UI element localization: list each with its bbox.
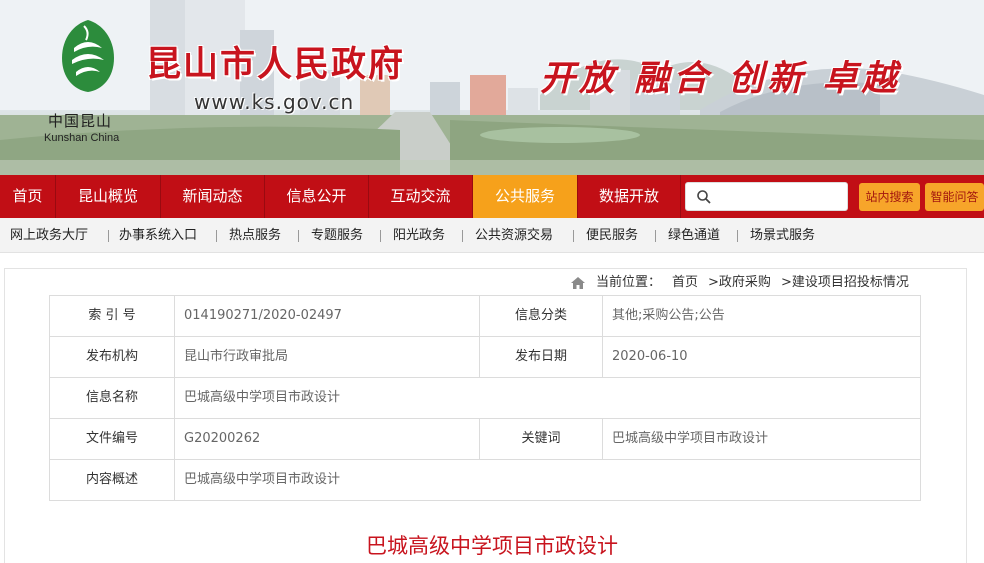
subnav-item-hot-services[interactable]: 热点服务 bbox=[229, 218, 281, 253]
nav-item-public-service[interactable]: 公共服务 bbox=[473, 175, 577, 218]
keyword-value: 巴城高级中学项目市政设计 bbox=[612, 431, 769, 446]
subnav-item-system-entry[interactable]: 办事系统入口 bbox=[119, 218, 197, 253]
nav-item-news[interactable]: 新闻动态 bbox=[161, 175, 264, 218]
date-label: 发布日期 bbox=[480, 337, 602, 377]
category-value: 其他;采购公告;公告 bbox=[612, 308, 725, 323]
site-title: 昆山市人民政府 bbox=[146, 45, 406, 85]
slogan: 开放 融合 创新 卓越 bbox=[540, 58, 901, 99]
name-label: 信息名称 bbox=[50, 378, 174, 418]
info-meta-table: 索 引 号 014190271/2020-02497 信息分类 其他;采购公告;… bbox=[49, 295, 921, 501]
nav-item-open-data[interactable]: 数据开放 bbox=[578, 175, 680, 218]
search-input[interactable] bbox=[716, 187, 844, 207]
index-label: 索 引 号 bbox=[50, 296, 174, 336]
summary-label: 内容概述 bbox=[50, 460, 174, 500]
nav-item-interaction[interactable]: 互动交流 bbox=[369, 175, 472, 218]
site-url: www.ks.gov.cn bbox=[194, 90, 355, 114]
publisher-value: 昆山市行政审批局 bbox=[184, 349, 289, 364]
subnav-item-green-channel[interactable]: 绿色通道 bbox=[668, 218, 720, 253]
nav-divider bbox=[680, 175, 681, 218]
meta-row: 信息名称 巴城高级中学项目市政设计 bbox=[50, 378, 920, 419]
nav-item-overview[interactable]: 昆山概览 bbox=[56, 175, 160, 218]
subnav-item-convenience-services[interactable]: 便民服务 bbox=[586, 218, 638, 253]
index-value: 014190271/2020-02497 bbox=[184, 308, 342, 323]
logo-chinese-text: 中国昆山 bbox=[48, 112, 113, 130]
breadcrumb-procurement-link[interactable]: >政府采购 bbox=[708, 274, 771, 292]
article-title: 巴城高级中学项目市政设计 bbox=[366, 534, 618, 558]
subnav-divider bbox=[737, 230, 738, 242]
subnav-item-scenario-services[interactable]: 场景式服务 bbox=[750, 218, 815, 253]
meta-row: 索 引 号 014190271/2020-02497 信息分类 其他;采购公告;… bbox=[50, 296, 920, 337]
docno-value: G20200262 bbox=[184, 431, 261, 446]
subnav-item-topic-services[interactable]: 专题服务 bbox=[311, 218, 363, 253]
home-icon bbox=[571, 277, 585, 289]
subnav-divider bbox=[655, 230, 656, 242]
docno-label: 文件编号 bbox=[50, 419, 174, 459]
kunshan-emblem-icon bbox=[62, 20, 114, 92]
meta-row: 发布机构 昆山市行政审批局 发布日期 2020-06-10 bbox=[50, 337, 920, 378]
logo-english-text: Kunshan China bbox=[44, 132, 120, 144]
sub-nav: 网上政务大厅 办事系统入口 热点服务 专题服务 阳光政务 公共资源交易 便民服务… bbox=[0, 218, 984, 253]
nav-item-info-disclosure[interactable]: 信息公开 bbox=[265, 175, 368, 218]
summary-value: 巴城高级中学项目市政设计 bbox=[184, 472, 341, 487]
smart-qa-button[interactable]: 智能问答 bbox=[925, 183, 984, 211]
subnav-divider bbox=[108, 230, 109, 242]
meta-row: 文件编号 G20200262 关键词 巴城高级中学项目市政设计 bbox=[50, 419, 920, 460]
kunshan-logo[interactable]: 中国昆山 Kunshan China bbox=[44, 14, 154, 144]
subnav-divider bbox=[216, 230, 217, 242]
breadcrumb-prefix: 当前位置： bbox=[596, 275, 662, 290]
meta-row: 内容概述 巴城高级中学项目市政设计 bbox=[50, 460, 920, 501]
date-value: 2020-06-10 bbox=[612, 349, 688, 364]
subnav-divider bbox=[573, 230, 574, 242]
search-icon[interactable] bbox=[696, 189, 712, 205]
header-banner: 中国昆山 Kunshan China 昆山市人民政府 www.ks.gov.cn… bbox=[0, 0, 984, 175]
subnav-item-online-hall[interactable]: 网上政务大厅 bbox=[10, 218, 88, 253]
subnav-divider bbox=[298, 230, 299, 242]
breadcrumb-bidding-link[interactable]: >建设项目招投标情况 bbox=[781, 274, 909, 292]
subnav-item-sunshine-affairs[interactable]: 阳光政务 bbox=[393, 218, 445, 253]
nav-item-home[interactable]: 首页 bbox=[0, 175, 55, 218]
keyword-label: 关键词 bbox=[480, 419, 602, 459]
breadcrumb-home-link[interactable]: 首页 bbox=[672, 274, 698, 292]
publisher-label: 发布机构 bbox=[50, 337, 174, 377]
name-value: 巴城高级中学项目市政设计 bbox=[184, 390, 341, 405]
category-label: 信息分类 bbox=[480, 296, 602, 336]
search-box[interactable] bbox=[685, 182, 848, 211]
subnav-divider bbox=[380, 230, 381, 242]
subnav-item-public-resource-trading[interactable]: 公共资源交易 bbox=[475, 218, 553, 253]
site-search-button[interactable]: 站内搜索 bbox=[859, 183, 920, 211]
subnav-divider bbox=[462, 230, 463, 242]
